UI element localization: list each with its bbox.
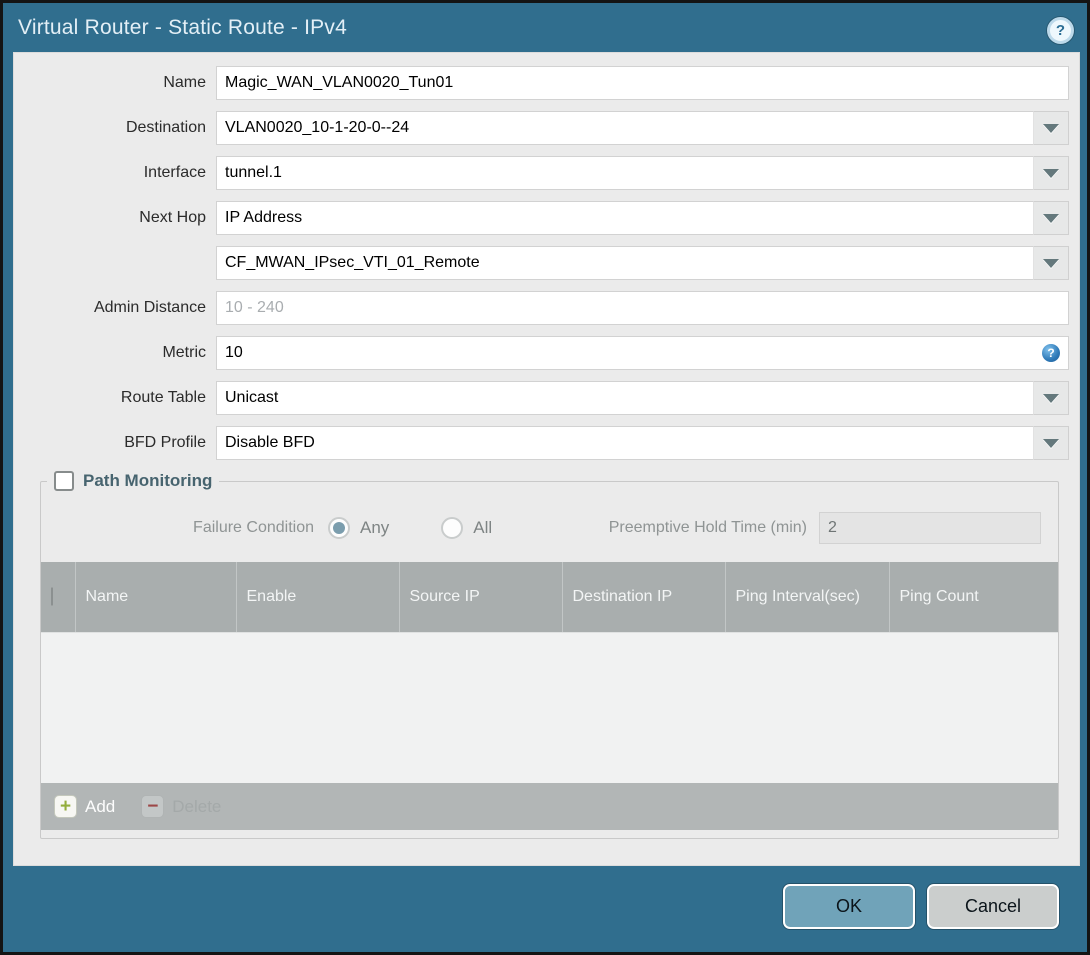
add-button-label: Add xyxy=(85,796,116,816)
add-button[interactable]: + Add xyxy=(54,795,115,818)
add-plus-icon: + xyxy=(54,795,77,818)
cancel-button[interactable]: Cancel xyxy=(927,884,1059,929)
name-input[interactable] xyxy=(216,66,1069,100)
failure-condition-any-label: Any xyxy=(360,518,390,537)
route-table-dropdown-button[interactable] xyxy=(1034,381,1069,415)
failure-condition-all-radio[interactable] xyxy=(441,517,464,539)
next-hop-row: Next Hop xyxy=(13,201,1069,235)
failure-condition-all-label: All xyxy=(473,518,493,537)
route-table-row: Route Table xyxy=(13,381,1069,415)
dialog-title: Virtual Router - Static Route - IPv4 xyxy=(18,15,347,39)
metric-help-icon[interactable]: ? xyxy=(1042,344,1060,362)
name-label: Name xyxy=(163,74,206,91)
select-all-checkbox[interactable] xyxy=(51,587,53,606)
next-hop-type-input[interactable] xyxy=(216,201,1034,235)
bfd-profile-input[interactable] xyxy=(216,426,1034,460)
admin-distance-label: Admin Distance xyxy=(93,299,206,316)
radio-selected-dot xyxy=(333,522,345,534)
name-row: Name xyxy=(13,66,1069,100)
dialog-body: Name Destination Interface xyxy=(13,52,1080,866)
path-monitoring-title: Path Monitoring xyxy=(83,471,213,490)
delete-button[interactable]: − Delete xyxy=(141,795,221,818)
next-hop-address-row xyxy=(13,246,1069,280)
column-header-name[interactable]: Name xyxy=(75,562,237,632)
chevron-down-icon xyxy=(1043,393,1059,403)
select-all-header-cell xyxy=(41,562,76,632)
metric-label: Metric xyxy=(162,344,206,361)
bfd-profile-dropdown-button[interactable] xyxy=(1034,426,1069,460)
destination-dropdown-button[interactable] xyxy=(1034,111,1069,145)
path-monitoring-checkbox[interactable] xyxy=(54,471,74,491)
failure-condition-row: Failure Condition Any All Preemptive Hol… xyxy=(41,511,1058,545)
metric-row: Metric ? xyxy=(13,336,1069,370)
chevron-down-icon xyxy=(1043,213,1059,223)
failure-condition-any-radio[interactable] xyxy=(328,517,350,539)
bfd-profile-row: BFD Profile xyxy=(13,426,1069,460)
chevron-down-icon xyxy=(1043,123,1059,133)
path-monitoring-section: Path Monitoring Failure Condition Any Al… xyxy=(40,471,1059,839)
help-icon-glyph: ? xyxy=(1055,22,1066,39)
next-hop-dropdown-button[interactable] xyxy=(1034,201,1069,235)
table-header-row: Name Enable Source IP Destination IP Pin… xyxy=(41,562,1058,632)
preemptive-hold-time-label: Preemptive Hold Time (min) xyxy=(608,519,807,536)
next-hop-address-dropdown-button[interactable] xyxy=(1034,246,1069,280)
chevron-down-icon xyxy=(1043,168,1059,178)
failure-condition-label: Failure Condition xyxy=(193,519,314,536)
table-toolbar: + Add − Delete xyxy=(41,783,1058,830)
route-table-input[interactable] xyxy=(216,381,1034,415)
static-route-form: Name Destination Interface xyxy=(13,52,1080,460)
admin-distance-row: Admin Distance xyxy=(13,291,1069,325)
delete-button-label: Delete xyxy=(172,796,222,816)
admin-distance-input[interactable] xyxy=(216,291,1069,325)
destination-row: Destination xyxy=(13,111,1069,145)
interface-row: Interface xyxy=(13,156,1069,190)
ok-button[interactable]: OK xyxy=(783,884,915,929)
chevron-down-icon xyxy=(1043,258,1059,268)
table-empty-body xyxy=(41,632,1058,783)
metric-input[interactable] xyxy=(216,336,1069,370)
destination-label: Destination xyxy=(125,119,206,136)
bfd-profile-label: BFD Profile xyxy=(124,434,206,451)
delete-minus-icon: − xyxy=(141,795,165,818)
help-icon[interactable]: ? xyxy=(1047,17,1074,44)
column-header-destination-ip[interactable]: Destination IP xyxy=(562,562,726,632)
next-hop-label: Next Hop xyxy=(139,209,206,226)
interface-input[interactable] xyxy=(216,156,1034,190)
chevron-down-icon xyxy=(1043,438,1059,448)
route-table-label: Route Table xyxy=(120,389,206,406)
column-header-ping-interval[interactable]: Ping Interval(sec) xyxy=(725,562,890,632)
column-header-source-ip[interactable]: Source IP xyxy=(399,562,563,632)
destination-input[interactable] xyxy=(216,111,1034,145)
path-monitoring-legend: Path Monitoring xyxy=(47,471,219,491)
interface-dropdown-button[interactable] xyxy=(1034,156,1069,190)
dialog-window: Virtual Router - Static Route - IPv4 ? N… xyxy=(0,0,1090,955)
title-bar: Virtual Router - Static Route - IPv4 xyxy=(3,3,1087,52)
column-header-enable[interactable]: Enable xyxy=(236,562,400,632)
next-hop-address-input[interactable] xyxy=(216,246,1034,280)
preemptive-hold-time-input[interactable] xyxy=(819,512,1041,544)
column-header-ping-count[interactable]: Ping Count xyxy=(889,562,1058,632)
interface-label: Interface xyxy=(143,164,206,181)
path-monitoring-table: Name Enable Source IP Destination IP Pin… xyxy=(41,562,1058,830)
